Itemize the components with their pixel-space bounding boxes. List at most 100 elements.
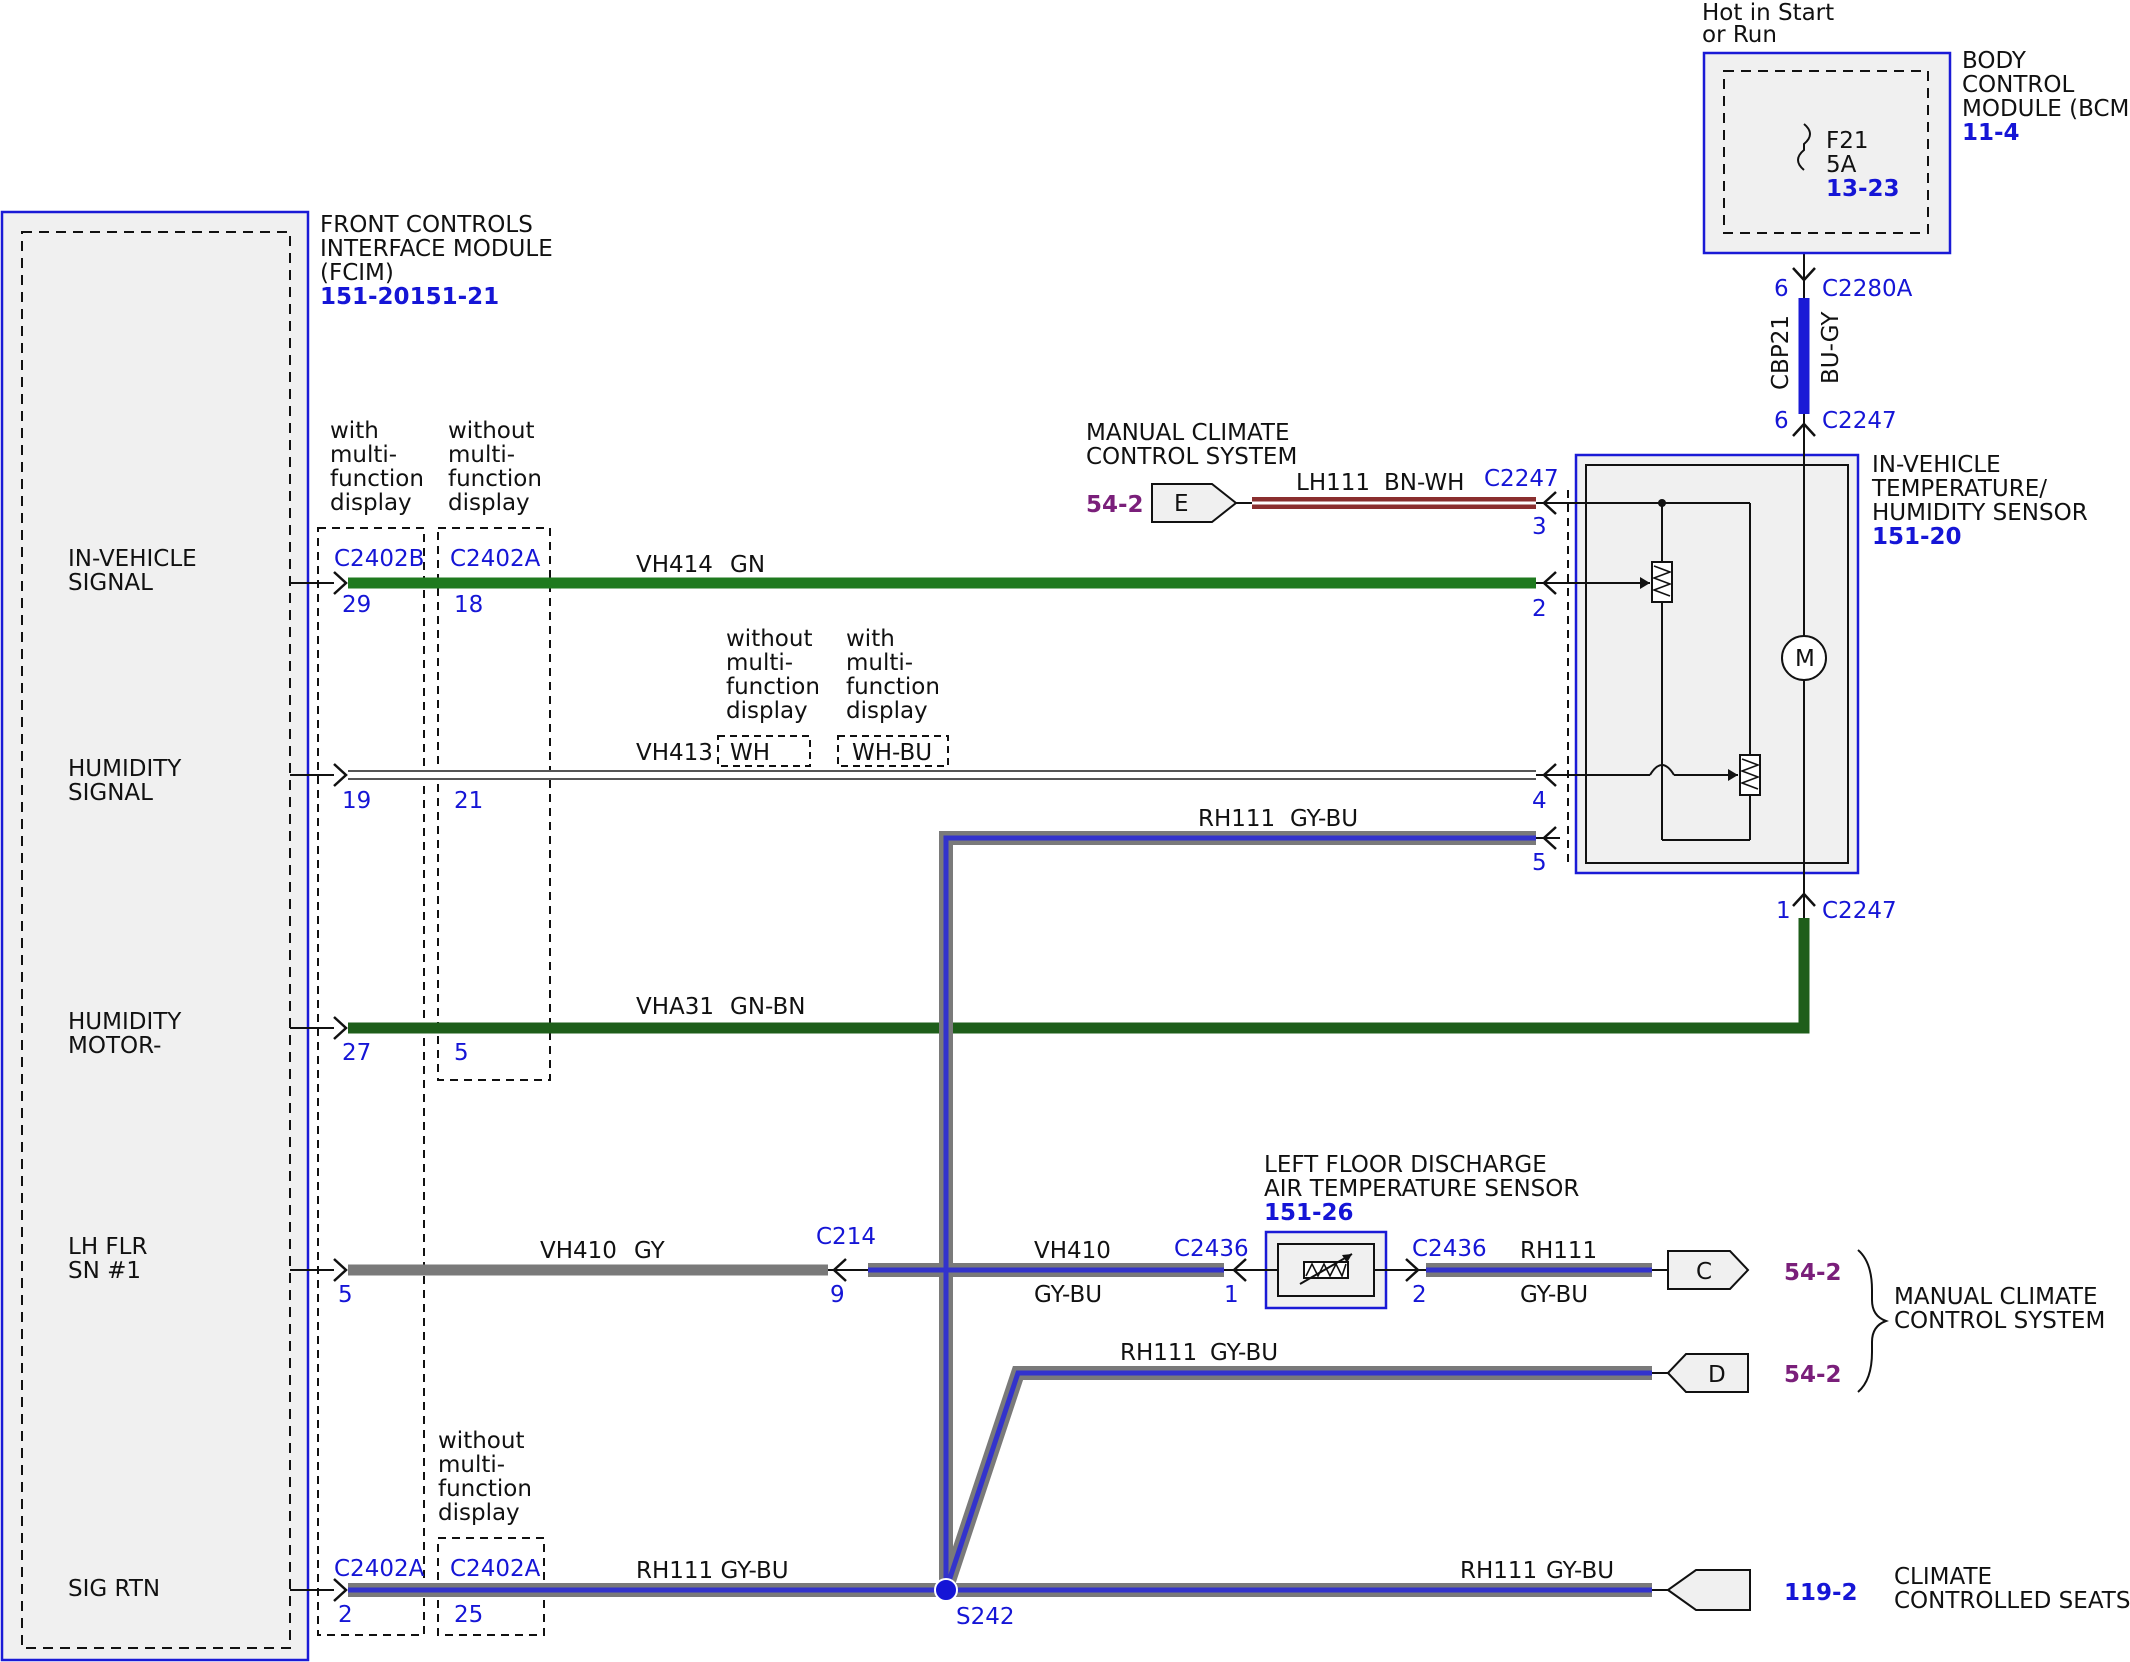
- connector-c2247-sensor[interactable]: C2247: [1484, 466, 1559, 492]
- variant-with-3: function: [330, 466, 424, 492]
- wire-label-gybu-vh410: GY-BU: [1034, 1282, 1102, 1308]
- signal-label-humidity-2: SIGNAL: [68, 780, 153, 806]
- offpage-d-label: D: [1708, 1362, 1726, 1388]
- lfd-sensor-ref-link[interactable]: 151-26: [1264, 1200, 1354, 1226]
- connector-c214[interactable]: [828, 1257, 868, 1283]
- page-ref-54-2-e[interactable]: 54-2: [1086, 492, 1144, 518]
- motor-icon: M: [1781, 635, 1827, 681]
- wire-label-vh413: VH413: [636, 740, 713, 766]
- offpage-connector-d[interactable]: D: [1652, 1353, 1749, 1393]
- variant-with-4: display: [330, 490, 412, 516]
- wiring-diagram: FRONT CONTROLS INTERFACE MODULE (FCIM) 1…: [0, 0, 2130, 1662]
- variant-mid-without-1: without: [726, 626, 812, 652]
- wire-label-vh410-b: VH410: [1034, 1238, 1111, 1264]
- connector-c2247-bottom[interactable]: C2247: [1822, 898, 1897, 924]
- variant-without-3: function: [448, 466, 542, 492]
- page-ref-54-2-d[interactable]: 54-2: [1784, 1362, 1842, 1388]
- fcim-ref-link[interactable]: 151-20151-21: [320, 284, 499, 310]
- wire-label-bnwh: BN-WH: [1384, 470, 1464, 496]
- variant-mid-without-4: display: [726, 698, 808, 724]
- wire-label-vh410-a: VH410: [540, 1238, 617, 1264]
- wire-label-rh111-seats: RH111: [1460, 1558, 1537, 1584]
- variant-without-2: multi-: [448, 442, 515, 468]
- wire-label-rh111-d: RH111: [1120, 1340, 1197, 1366]
- pin-27: 27: [342, 1040, 371, 1066]
- variant-with-1: with: [330, 418, 379, 444]
- pin-21: 21: [454, 788, 483, 814]
- thermistor-icon-invehicle: [1651, 561, 1673, 603]
- signal-label-lhflr-1: LH FLR: [68, 1234, 147, 1260]
- connector-c2436-left[interactable]: C2436: [1174, 1236, 1249, 1262]
- offpage-connector-e[interactable]: E: [1151, 483, 1238, 523]
- connector-c2402a-sigrtn-without[interactable]: C2402A: [450, 1556, 541, 1582]
- pin-6-c2247: 6: [1774, 408, 1789, 434]
- variant-without-b-3: function: [438, 1476, 532, 1502]
- wire-label-vha31: VHA31: [636, 994, 714, 1020]
- offpage-connector-c[interactable]: C: [1652, 1250, 1750, 1290]
- pin-1-c2247: 1: [1776, 898, 1791, 924]
- pin-4-c2247: 4: [1532, 788, 1547, 814]
- climate-seats-1: CLIMATE: [1894, 1564, 1992, 1590]
- brace: [1857, 1249, 1889, 1393]
- fuse-ref-link[interactable]: 13-23: [1826, 176, 1900, 202]
- connector-c2402a-sigrtn-with[interactable]: C2402A: [334, 1556, 425, 1582]
- variant-mid-with-2: multi-: [846, 650, 913, 676]
- connector-c2402b[interactable]: C2402B: [334, 546, 424, 572]
- variant-mid-with-1: with: [846, 626, 895, 652]
- variant-without-1: without: [448, 418, 534, 444]
- hot-in-start-2: or Run: [1702, 22, 1777, 48]
- manual-climate-right-1: MANUAL CLIMATE: [1894, 1284, 2098, 1310]
- manual-climate-right-2: CONTROL SYSTEM: [1894, 1308, 2105, 1334]
- connector-c2247-top[interactable]: C2247: [1822, 408, 1897, 434]
- variant-without-b-4: display: [438, 1500, 520, 1526]
- pin-2-c2436: 2: [1412, 1282, 1427, 1308]
- variant-mid-with-3: function: [846, 674, 940, 700]
- motor-label: M: [1795, 646, 1815, 672]
- junction-dot: [1658, 499, 1666, 507]
- wire-vha31-gnbn[interactable]: [348, 918, 1810, 1034]
- pin-5-lhflr: 5: [338, 1282, 353, 1308]
- variant-without-4: display: [448, 490, 530, 516]
- wire-label-gybu-a: GY-BU: [1290, 806, 1358, 832]
- connector-c2436-right[interactable]: C2436: [1412, 1236, 1487, 1262]
- pin-6-c2280a: 6: [1774, 276, 1789, 302]
- page-ref-119-2[interactable]: 119-2: [1784, 1580, 1858, 1606]
- pin-9-c214: 9: [830, 1282, 845, 1308]
- variant-without-b-2: multi-: [438, 1452, 505, 1478]
- wire-label-gybu-c: GY-BU: [1520, 1282, 1588, 1308]
- wire-label-cbp21: CBP21: [1768, 315, 1794, 390]
- wire-label-rh111-gybu-sig: RH111 GY-BU: [636, 1558, 789, 1584]
- invehicle-name-1: IN-VEHICLE: [1872, 452, 2001, 478]
- fuse-name: F21: [1826, 128, 1869, 154]
- offpage-c-label: C: [1696, 1259, 1712, 1285]
- connector-c2280a[interactable]: C2280A: [1822, 276, 1913, 302]
- wire-label-lh111: LH111: [1296, 470, 1370, 496]
- fcim-name-line-2: INTERFACE MODULE: [320, 236, 553, 262]
- variant-with-2: multi-: [330, 442, 397, 468]
- variant-without-b-1: without: [438, 1428, 524, 1454]
- connector-c2402a[interactable]: C2402A: [450, 546, 541, 572]
- splice-s242[interactable]: [934, 1578, 958, 1602]
- pin-29: 29: [342, 592, 371, 618]
- manual-climate-top-1: MANUAL CLIMATE: [1086, 420, 1290, 446]
- wire-label-gybu-d: GY-BU: [1210, 1340, 1278, 1366]
- invehicle-name-2: TEMPERATURE/: [1871, 476, 2047, 502]
- signal-label-invehicle-1: IN-VEHICLE: [68, 546, 197, 572]
- wire-label-vh414: VH414: [636, 552, 713, 578]
- fcim-pin-arrows: [332, 570, 348, 1603]
- page-ref-54-2-c[interactable]: 54-2: [1784, 1260, 1842, 1286]
- fuse-rating: 5A: [1826, 152, 1857, 178]
- climate-seats-2: CONTROLLED SEATS: [1894, 1588, 2130, 1614]
- invehicle-ref-link[interactable]: 151-20: [1872, 524, 1962, 550]
- wire-label-rh111-a: RH111: [1198, 806, 1275, 832]
- wire-label-rh111-c: RH111: [1520, 1238, 1597, 1264]
- offpage-connector-seats[interactable]: [1652, 1569, 1751, 1611]
- wire-label-bugy: BU-GY: [1818, 311, 1844, 384]
- lfd-sensor-name-1: LEFT FLOOR DISCHARGE: [1264, 1152, 1547, 1178]
- bcm-name-1: BODY: [1962, 48, 2027, 74]
- pin-5-motor: 5: [454, 1040, 469, 1066]
- bcm-ref-link[interactable]: 11-4: [1962, 120, 2020, 146]
- bcm-name-3: MODULE (BCM): [1962, 96, 2130, 122]
- wire-rh111-gybu-network[interactable]: [348, 831, 1652, 1597]
- variant-connector-boxes: [317, 527, 551, 1636]
